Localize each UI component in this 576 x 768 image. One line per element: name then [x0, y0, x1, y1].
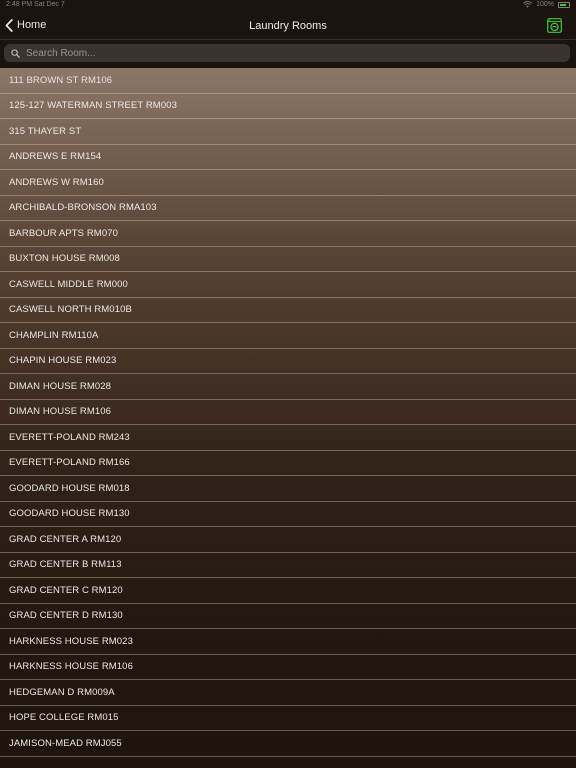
room-list-item[interactable]: HOPE COLLEGE RM015	[0, 706, 576, 731]
room-list-item[interactable]: CHAPIN HOUSE RM023	[0, 349, 576, 374]
app-window: 2:48 PM Sat Dec 7 100% Home Laundry Room…	[0, 0, 576, 768]
status-right-group: 100%	[523, 1, 570, 8]
room-list-item[interactable]: CHAMPLIN RM110A	[0, 323, 576, 349]
battery-percent: 100%	[536, 1, 554, 8]
room-list-item[interactable]: GRAD CENTER C RM120	[0, 578, 576, 604]
wifi-icon	[523, 1, 533, 8]
room-list-item[interactable]: GRAD CENTER D RM130	[0, 604, 576, 629]
room-list-item[interactable]: HEDGEMAN D RM009A	[0, 680, 576, 706]
room-list-item[interactable]: JAMISON-MEAD RMJ055	[0, 731, 576, 757]
room-list-item[interactable]: BUXTON HOUSE RM008	[0, 247, 576, 272]
status-bar: 2:48 PM Sat Dec 7 100%	[0, 0, 576, 12]
battery-icon	[558, 1, 570, 8]
room-list-item[interactable]: ANDREWS E RM154	[0, 145, 576, 170]
room-list-item[interactable]: CASWELL NORTH RM010B	[0, 298, 576, 323]
room-list-item[interactable]: DIMAN HOUSE RM028	[0, 374, 576, 400]
room-list-item[interactable]: EVERETT-POLAND RM243	[0, 425, 576, 451]
room-list-item[interactable]: 315 THAYER ST	[0, 119, 576, 145]
search-input[interactable]	[26, 47, 546, 59]
room-list: 111 BROWN ST RM106 125-127 WATERMAN STREE…	[0, 68, 576, 768]
room-list-item[interactable]: ANDREWS W RM160	[0, 170, 576, 196]
search-bar	[0, 40, 576, 68]
room-list-item[interactable]: 125-127 WATERMAN STREET RM003	[0, 94, 576, 119]
room-list-item[interactable]: ARCHIBALD-BRONSON RMA103	[0, 196, 576, 221]
status-time-date: 2:48 PM Sat Dec 7	[6, 1, 65, 8]
page-title: Laundry Rooms	[249, 20, 327, 32]
search-field-container[interactable]	[4, 44, 570, 62]
room-list-item[interactable]: GOODARD HOUSE RM018	[0, 476, 576, 502]
room-list-item[interactable]: HARKNESS HOUSE RM023	[0, 629, 576, 655]
washing-machine-icon[interactable]	[547, 18, 562, 33]
navigation-bar: Home Laundry Rooms	[0, 12, 576, 40]
room-list-item[interactable]: CASWELL MIDDLE RM000	[0, 272, 576, 298]
room-list-item[interactable]: DIMAN HOUSE RM106	[0, 400, 576, 425]
room-list-item[interactable]: BARBOUR APTS RM070	[0, 221, 576, 247]
room-list-item[interactable]: GOODARD HOUSE RM130	[0, 502, 576, 527]
room-list-item[interactable]: GRAD CENTER B RM113	[0, 553, 576, 578]
search-icon	[11, 48, 20, 58]
room-list-item[interactable]: GRAD CENTER A RM120	[0, 527, 576, 553]
room-list-item[interactable]: 111 BROWN ST RM106	[0, 68, 576, 94]
room-list-item[interactable]: HARKNESS HOUSE RM106	[0, 655, 576, 680]
room-list-item[interactable]: EVERETT-POLAND RM166	[0, 451, 576, 476]
